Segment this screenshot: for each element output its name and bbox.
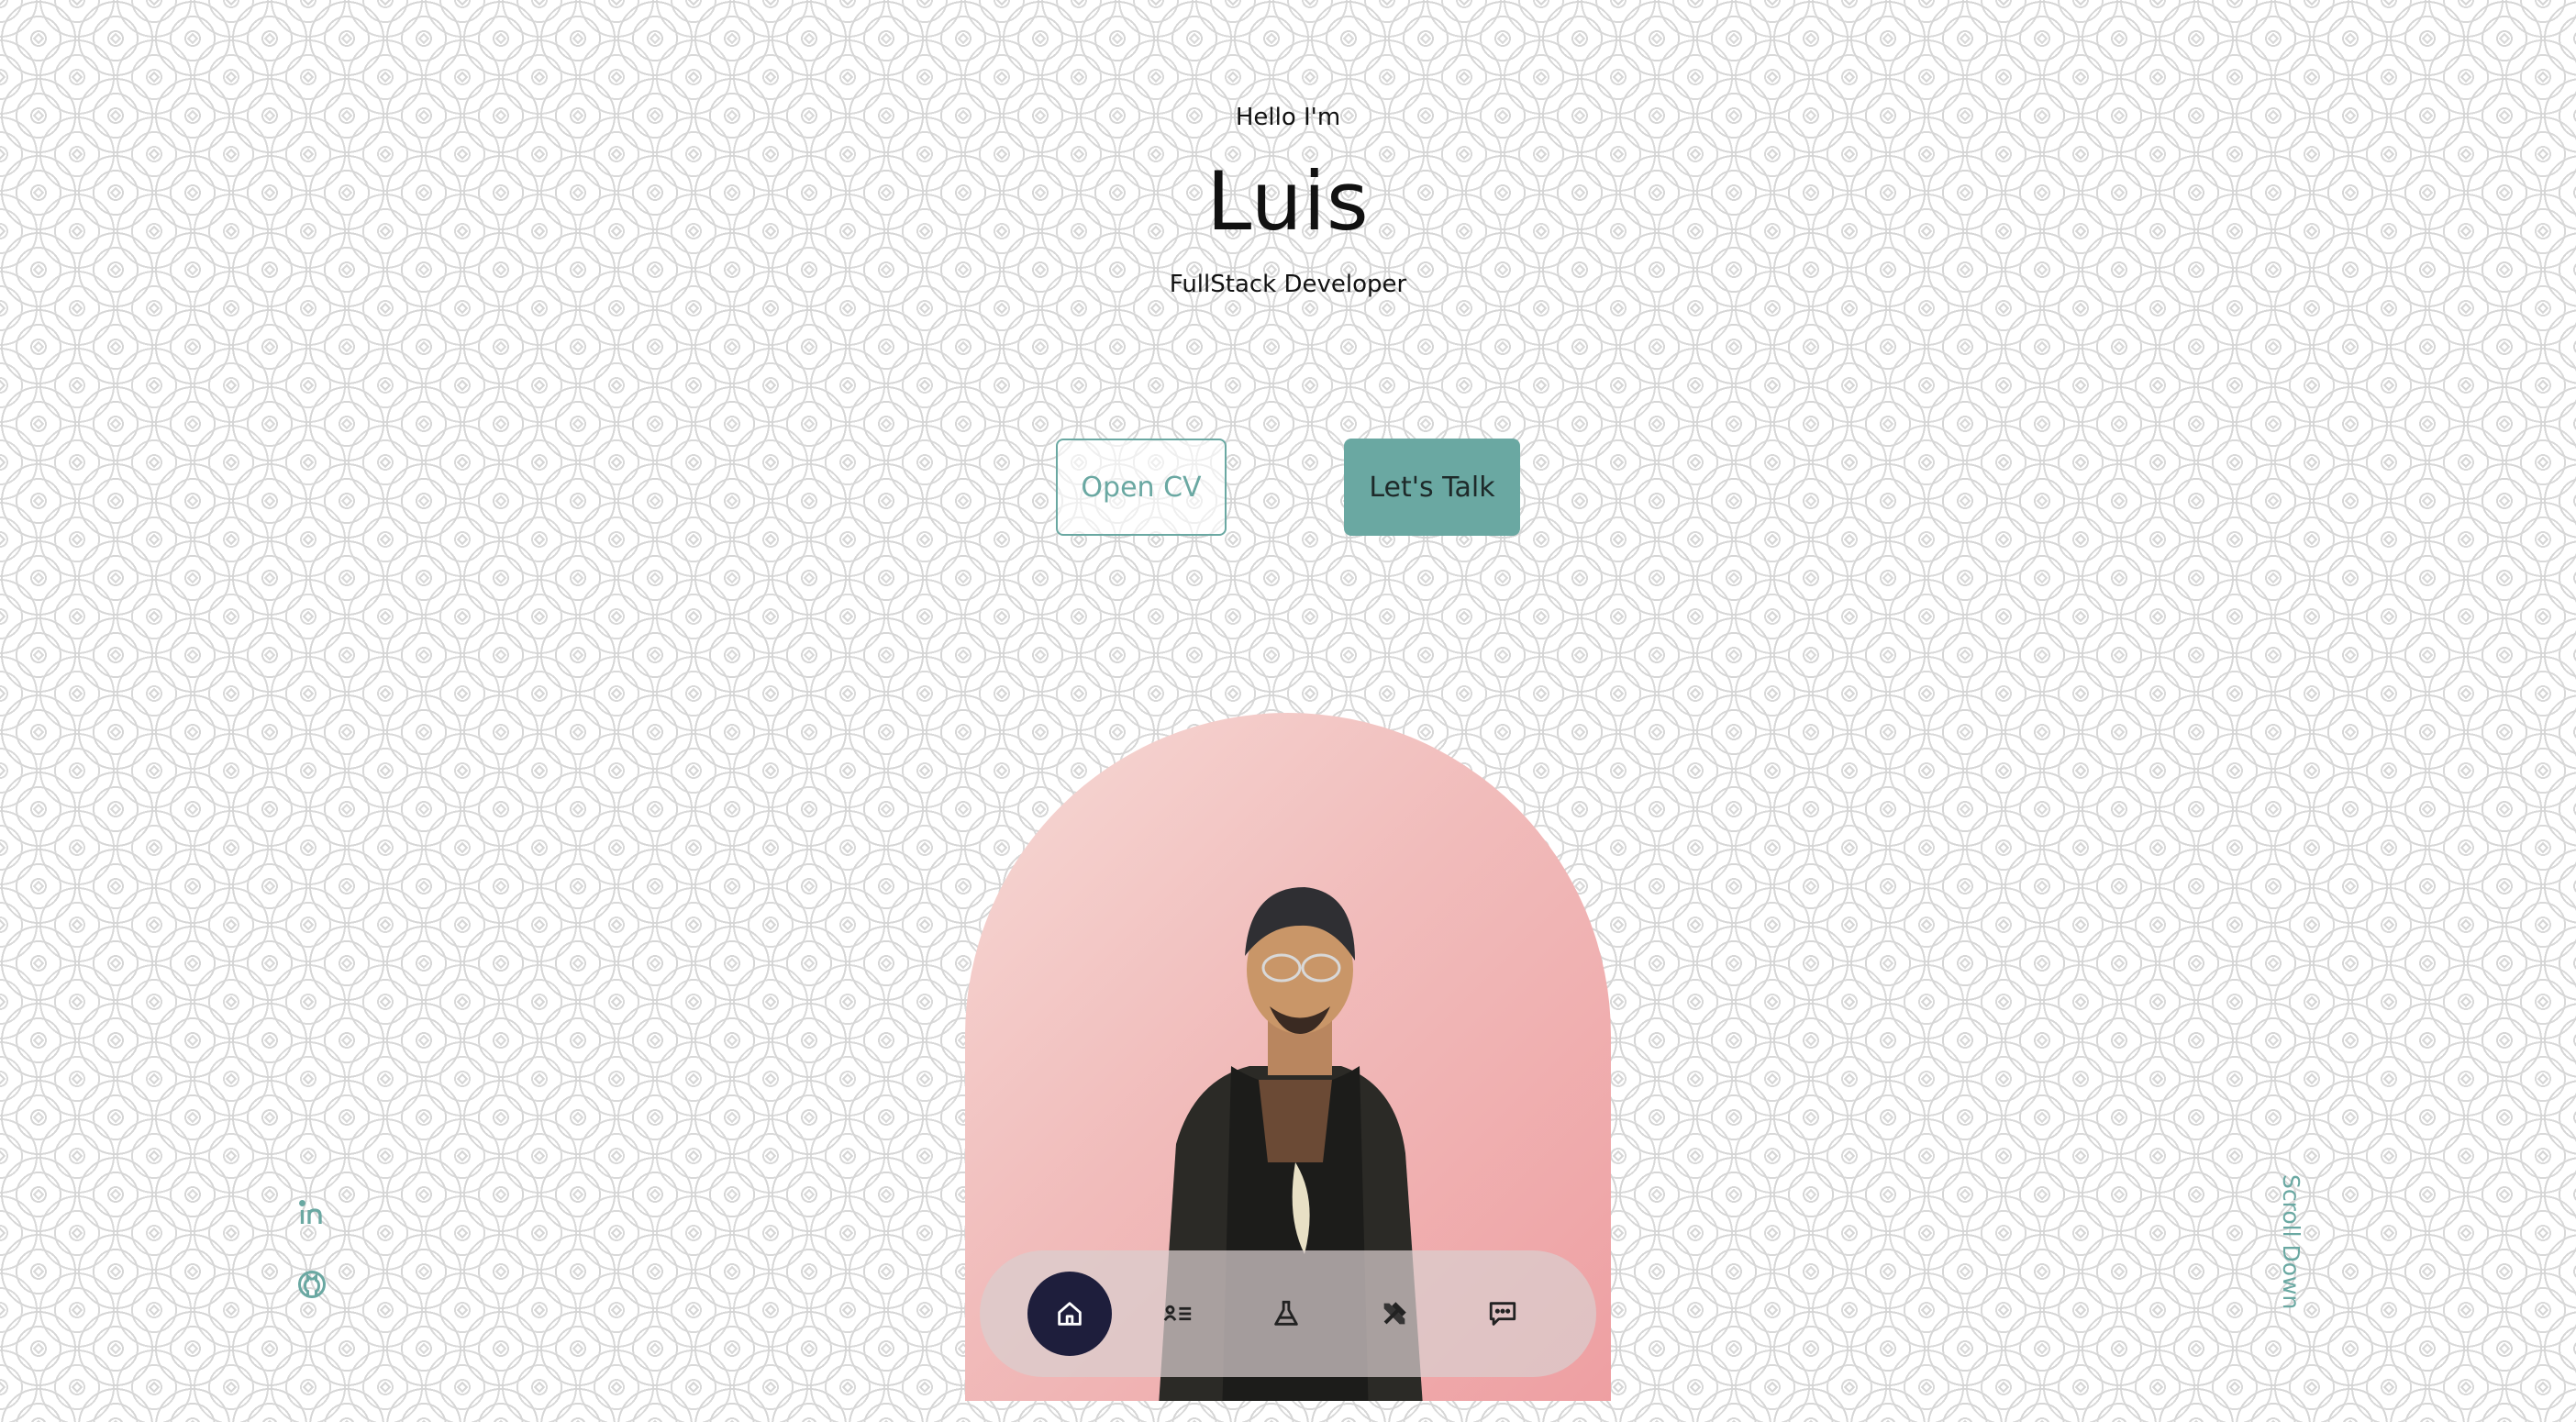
profile-photo <box>965 713 1611 1401</box>
tools-icon <box>1383 1302 1406 1325</box>
home-icon <box>1058 1302 1082 1326</box>
chat-icon <box>1489 1302 1516 1326</box>
github-icon <box>298 1271 326 1298</box>
bottom-nav <box>980 1250 1596 1377</box>
nav-about[interactable] <box>1136 1272 1220 1356</box>
nav-contact[interactable] <box>1460 1272 1545 1356</box>
nav-projects[interactable] <box>1244 1272 1328 1356</box>
scroll-down-link[interactable]: Scroll Down <box>2277 1174 2304 1309</box>
greeting-text: Hello I'm <box>1235 104 1341 131</box>
lets-talk-button[interactable]: Let's Talk <box>1344 439 1520 536</box>
linkedin-link[interactable] <box>295 1196 328 1229</box>
linkedin-icon <box>299 1200 322 1224</box>
nav-home[interactable] <box>1027 1272 1112 1356</box>
nav-skills[interactable] <box>1352 1272 1437 1356</box>
github-link[interactable] <box>295 1268 328 1301</box>
flask-icon <box>1274 1300 1298 1326</box>
open-cv-button[interactable]: Open CV <box>1056 439 1227 536</box>
role-text: FullStack Developer <box>1169 271 1407 298</box>
about-icon <box>1163 1305 1192 1321</box>
hero-name: Luis <box>1206 154 1370 249</box>
